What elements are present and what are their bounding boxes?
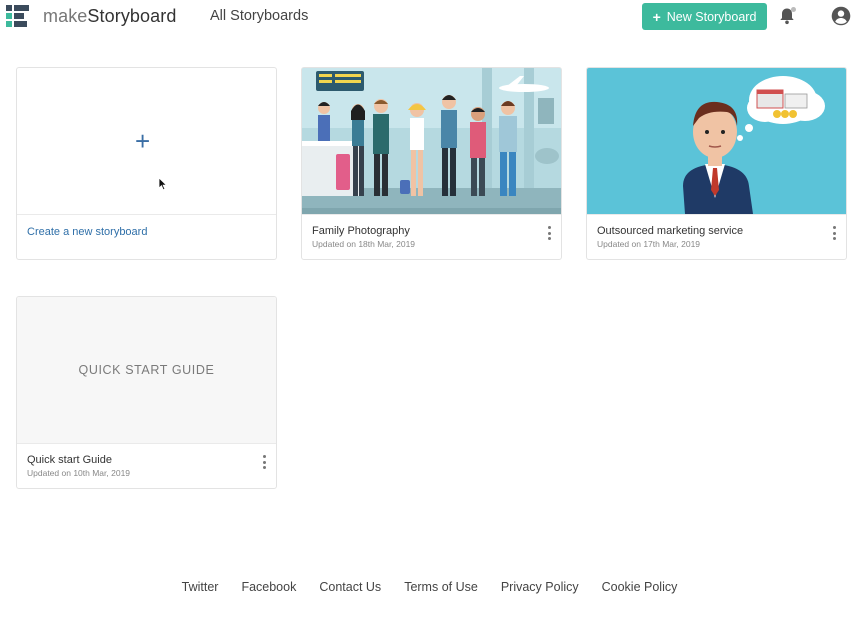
storyboard-title[interactable]: Family Photography [312, 225, 410, 237]
businessman-illustration [587, 68, 846, 214]
footer-link-terms-of-use[interactable]: Terms of Use [404, 580, 478, 594]
user-avatar-icon[interactable] [831, 6, 851, 26]
more-options-icon[interactable] [260, 453, 268, 471]
add-icon[interactable]: + [135, 126, 150, 157]
storyboard-thumbnail[interactable]: QUICK START GUIDE [17, 297, 276, 443]
logo-text-light: make [43, 6, 87, 26]
storyboard-updated: Updated on 17th Mar, 2019 [597, 239, 700, 249]
footer-links: Twitter Facebook Contact Us Terms of Use… [0, 580, 859, 594]
more-options-icon[interactable] [545, 224, 553, 242]
storyboard-updated: Updated on 10th Mar, 2019 [27, 468, 130, 478]
footer-link-contact-us[interactable]: Contact Us [319, 580, 381, 594]
more-options-icon[interactable] [830, 224, 838, 242]
bell-icon[interactable] [778, 7, 796, 25]
new-storyboard-button[interactable]: + New Storyboard [642, 3, 767, 30]
logo-text[interactable]: makeStoryboard [43, 6, 176, 27]
storyboard-thumbnail[interactable] [587, 68, 846, 214]
logo-icon[interactable] [6, 5, 29, 28]
plus-icon: + [653, 9, 661, 25]
storyboard-title[interactable]: Outsourced marketing service [597, 225, 743, 237]
app-header: makeStoryboard All Storyboards + New Sto… [0, 0, 859, 34]
footer-link-cookie-policy[interactable]: Cookie Policy [602, 580, 678, 594]
footer-link-facebook[interactable]: Facebook [241, 580, 296, 594]
quick-start-thumb-text: QUICK START GUIDE [79, 363, 215, 377]
storyboard-card[interactable]: Outsourced marketing service Updated on … [586, 67, 847, 260]
page-title: All Storyboards [210, 8, 308, 24]
logo-text-bold: Storyboard [87, 6, 176, 26]
footer-link-twitter[interactable]: Twitter [182, 580, 219, 594]
create-storyboard-card[interactable]: + Create a new storyboard [16, 67, 277, 260]
storyboard-card[interactable]: QUICK START GUIDE Quick start Guide Upda… [16, 296, 277, 489]
storyboard-card-footer: Outsourced marketing service Updated on … [587, 214, 846, 259]
airport-scene-illustration [302, 68, 561, 214]
storyboard-updated: Updated on 18th Mar, 2019 [312, 239, 415, 249]
mouse-cursor-icon [158, 177, 168, 191]
new-storyboard-label: New Storyboard [667, 10, 757, 24]
storyboard-thumbnail[interactable] [302, 68, 561, 214]
create-storyboard-footer: Create a new storyboard [17, 214, 276, 259]
storyboard-card[interactable]: Family Photography Updated on 18th Mar, … [301, 67, 562, 260]
storyboard-card-footer: Quick start Guide Updated on 10th Mar, 2… [17, 443, 276, 488]
storyboard-card-footer: Family Photography Updated on 18th Mar, … [302, 214, 561, 259]
footer-link-privacy-policy[interactable]: Privacy Policy [501, 580, 579, 594]
storyboard-title[interactable]: Quick start Guide [27, 454, 112, 466]
create-storyboard-link[interactable]: Create a new storyboard [27, 226, 147, 238]
create-storyboard-thumb[interactable]: + [17, 68, 276, 214]
